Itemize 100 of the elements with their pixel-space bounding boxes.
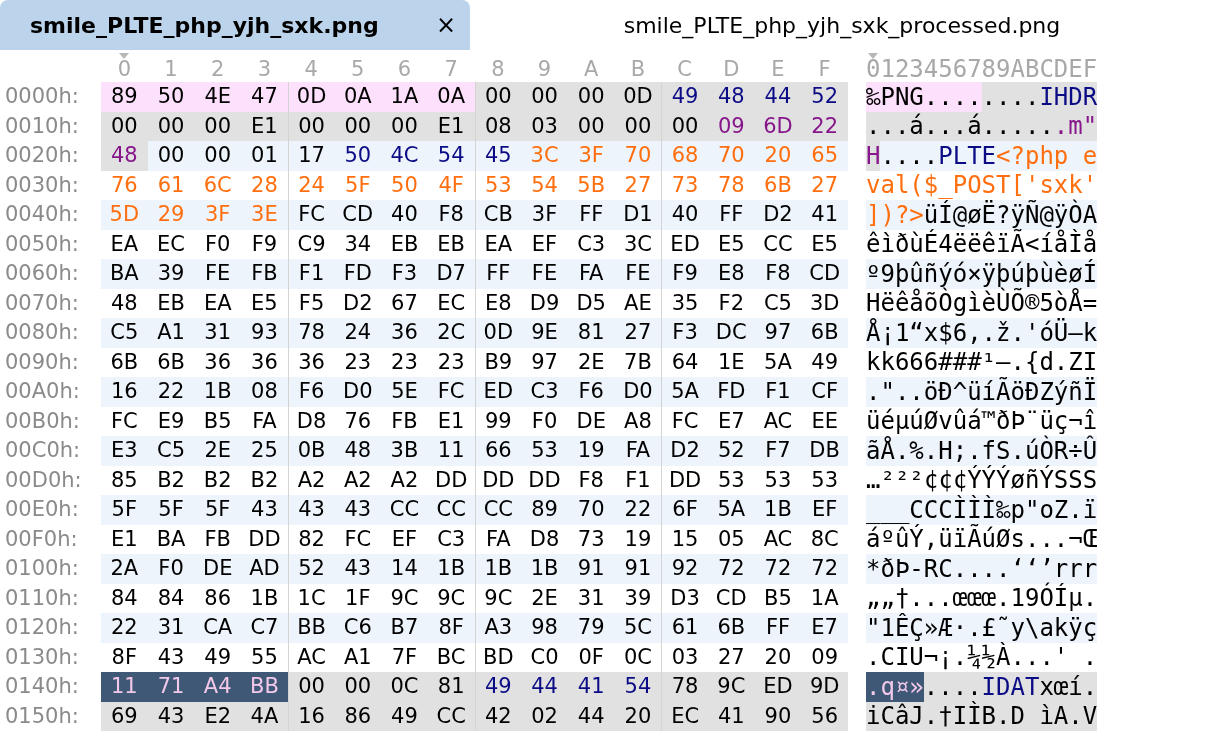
hex-byte: AC xyxy=(762,407,794,435)
row-offset: 00B0h: xyxy=(4,407,81,435)
ascii-text: *ðÞ-RC....‘‘’rrr xyxy=(866,554,1098,583)
hex-byte: 2A xyxy=(109,555,140,582)
hex-byte: E1 xyxy=(110,525,139,553)
hex-byte: 67 xyxy=(390,289,419,317)
hex-byte: 3D xyxy=(808,289,841,317)
hex-byte: 8F xyxy=(437,614,465,641)
hex-byte: E5 xyxy=(716,230,746,258)
hex-byte: 0A xyxy=(427,82,475,112)
column-header: C xyxy=(677,56,692,82)
hex-byte: D2 xyxy=(342,289,374,317)
ascii-text: <?php e xyxy=(996,141,1098,171)
hex-byte: 53 xyxy=(530,437,559,464)
ascii-text: iCâJ.†IÌB.D ìA.V xyxy=(866,701,1098,731)
ascii-text: "1ÊÇ»Æ·.£˜y\akÿç xyxy=(866,613,1098,643)
hex-byte: DE xyxy=(202,555,234,582)
hex-byte: 6B xyxy=(716,614,747,641)
hex-byte: 36 xyxy=(203,348,233,376)
hex-byte: 0D xyxy=(614,82,662,112)
column-header: 0 xyxy=(117,56,132,82)
hex-byte: 45 xyxy=(474,141,522,171)
hex-byte: 40 xyxy=(661,200,708,230)
hex-byte: 6C xyxy=(202,171,233,199)
ascii-text: .... xyxy=(981,82,1040,112)
hex-byte: EB xyxy=(389,230,420,258)
hex-byte: FF xyxy=(578,201,605,228)
hex-byte: 09 xyxy=(810,643,839,671)
hex-byte: DB xyxy=(808,437,841,464)
hex-byte: 76 xyxy=(109,171,139,199)
hex-byte: E9 xyxy=(156,407,186,435)
hex-byte: BC xyxy=(435,643,467,671)
hex-byte: FD xyxy=(342,260,373,287)
ascii-text: kk666###¹—.{d.ZI xyxy=(866,347,1098,377)
hex-byte: 54 xyxy=(614,672,662,702)
hex-byte: 31 xyxy=(203,319,233,346)
hex-byte: 49 xyxy=(203,643,233,671)
hex-byte: 0C xyxy=(381,672,428,702)
row-offset: 0030h: xyxy=(4,171,80,199)
hex-byte: BB xyxy=(241,672,288,702)
hex-byte: 86 xyxy=(334,701,382,731)
hex-byte: 19 xyxy=(623,525,653,553)
hex-byte: D7 xyxy=(435,260,467,287)
hex-byte: 20 xyxy=(763,643,793,671)
hex-byte: 00 xyxy=(334,111,382,141)
hex-byte: D2 xyxy=(762,201,794,228)
hex-byte: B2 xyxy=(202,466,233,494)
hex-byte: CD xyxy=(808,260,842,287)
hex-byte: 81 xyxy=(576,319,606,346)
hex-byte: 61 xyxy=(661,613,708,643)
hex-byte: 97 xyxy=(530,348,559,376)
hex-byte: FE xyxy=(624,260,652,287)
hex-byte: E1 xyxy=(241,111,288,141)
column-header: 9 xyxy=(537,56,552,82)
hex-byte: C5 xyxy=(156,437,187,464)
hex-byte: 39 xyxy=(623,584,653,612)
ascii-text: ."..öÐ^üíÃöÐZýñÏ xyxy=(866,377,1098,407)
hex-byte: 25 xyxy=(250,437,279,464)
ascii-text: Å¡1“x$6,.ž.'óÜ—k xyxy=(866,318,1098,348)
hex-byte: 85 xyxy=(109,466,139,494)
hex-byte: 39 xyxy=(156,260,186,287)
hex-byte: 5D xyxy=(108,201,141,228)
hex-byte: 48 xyxy=(707,82,755,112)
hex-byte: 00 xyxy=(474,82,522,112)
hex-byte: F1 xyxy=(624,466,652,494)
hex-byte: 3F xyxy=(530,201,559,228)
hex-byte: 48 xyxy=(101,141,148,171)
hex-byte: 3F xyxy=(577,142,605,169)
hex-byte: 4E xyxy=(194,82,242,112)
hex-byte: 27 xyxy=(810,171,839,199)
hex-byte: 0B xyxy=(287,436,335,466)
hex-byte: F2 xyxy=(717,289,745,317)
hex-byte: C3 xyxy=(576,230,607,258)
hex-byte: 1B xyxy=(763,496,793,523)
hex-byte: 5F xyxy=(204,496,232,523)
hex-byte: 27 xyxy=(623,319,653,346)
hex-byte: 22 xyxy=(623,496,653,523)
hex-byte: BA xyxy=(155,525,187,553)
ascii-text: ...á...á..... xyxy=(866,111,1054,141)
hex-byte: 05 xyxy=(716,525,746,553)
hex-byte: 31 xyxy=(576,584,606,612)
hex-byte: 44 xyxy=(754,82,802,112)
row-offset: 0070h: xyxy=(4,289,80,317)
hex-byte: 1A xyxy=(809,584,840,612)
column-header: F xyxy=(818,56,831,82)
hex-byte: F8 xyxy=(437,201,465,228)
hex-byte: 8C xyxy=(809,525,840,553)
hex-byte: 23 xyxy=(390,348,419,376)
hex-byte: FC xyxy=(109,407,139,435)
file-tab[interactable]: smile_PLTE_php_yjh_sxk.png × xyxy=(0,0,470,50)
close-button[interactable]: × xyxy=(435,7,456,43)
hex-byte: 72 xyxy=(716,555,746,582)
hex-byte: 4C xyxy=(389,142,420,169)
hex-byte: 41 xyxy=(810,201,839,228)
hex-byte: 36 xyxy=(390,319,419,346)
column-header: A xyxy=(584,56,599,82)
hex-byte: 1B xyxy=(202,378,233,405)
hex-byte: 6B xyxy=(156,348,186,376)
hex-byte: 9D xyxy=(801,672,848,702)
column-header: 6 xyxy=(397,56,412,82)
